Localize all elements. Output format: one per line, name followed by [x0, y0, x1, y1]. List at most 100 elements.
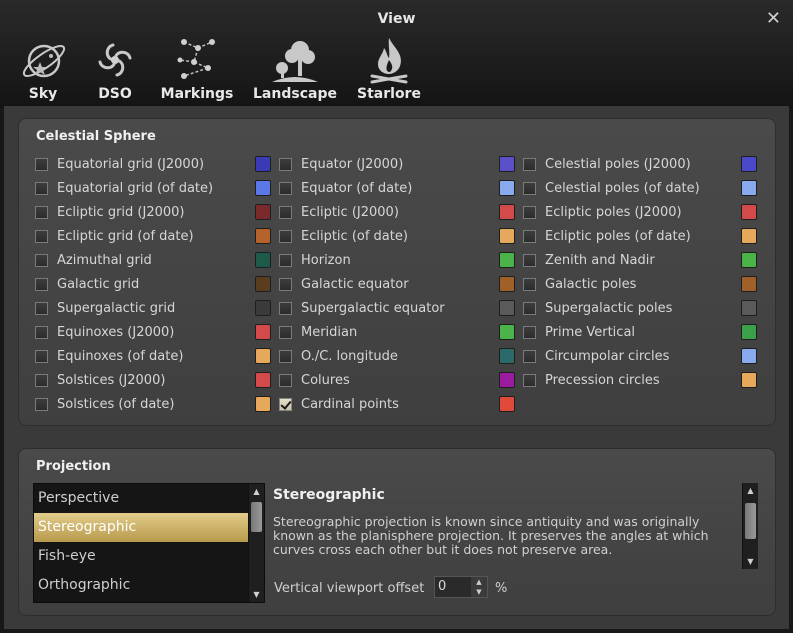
- checkbox[interactable]: [35, 181, 48, 195]
- spin-up-icon[interactable]: ▲: [471, 577, 487, 587]
- color-swatch-button[interactable]: [499, 180, 515, 196]
- checkbox[interactable]: [279, 157, 292, 171]
- close-icon[interactable]: ✕: [766, 9, 781, 29]
- option-row[interactable]: Ecliptic grid (J2000): [35, 203, 184, 221]
- checkbox[interactable]: [279, 349, 292, 363]
- color-swatch-button[interactable]: [499, 204, 515, 220]
- spin-down-icon[interactable]: ▼: [471, 587, 487, 597]
- checkbox[interactable]: [523, 229, 536, 243]
- color-swatch-button[interactable]: [255, 396, 271, 412]
- tab-starlore[interactable]: Starlore: [356, 36, 422, 106]
- option-row[interactable]: Galactic equator: [279, 275, 409, 293]
- color-swatch-button[interactable]: [499, 276, 515, 292]
- tab-dso[interactable]: DSO: [92, 36, 138, 106]
- option-row[interactable]: Galactic grid: [35, 275, 139, 293]
- checkbox[interactable]: [35, 301, 48, 315]
- color-swatch-button[interactable]: [499, 348, 515, 364]
- checkbox[interactable]: [523, 349, 536, 363]
- option-row[interactable]: Circumpolar circles: [523, 347, 669, 365]
- color-swatch-button[interactable]: [499, 156, 515, 172]
- checkbox[interactable]: [523, 373, 536, 387]
- checkbox[interactable]: [523, 325, 536, 339]
- color-swatch-button[interactable]: [499, 396, 515, 412]
- option-row[interactable]: Equinoxes (J2000): [35, 323, 174, 341]
- checkbox[interactable]: [523, 253, 536, 267]
- color-swatch-button[interactable]: [255, 156, 271, 172]
- scroll-thumb[interactable]: [251, 502, 262, 532]
- scroll-down-icon[interactable]: ▼: [743, 554, 758, 569]
- description-scrollbar[interactable]: ▲ ▼: [742, 483, 758, 569]
- color-swatch-button[interactable]: [741, 228, 757, 244]
- color-swatch-button[interactable]: [255, 348, 271, 364]
- scroll-thumb[interactable]: [745, 503, 756, 539]
- checkbox[interactable]: [35, 325, 48, 339]
- color-swatch-button[interactable]: [255, 228, 271, 244]
- color-swatch-button[interactable]: [741, 180, 757, 196]
- color-swatch-button[interactable]: [741, 348, 757, 364]
- option-row[interactable]: Prime Vertical: [523, 323, 635, 341]
- option-row[interactable]: Equatorial grid (of date): [35, 179, 213, 197]
- option-row[interactable]: Equinoxes (of date): [35, 347, 183, 365]
- color-swatch-button[interactable]: [741, 372, 757, 388]
- option-row[interactable]: Zenith and Nadir: [523, 251, 655, 269]
- option-row[interactable]: Horizon: [279, 251, 351, 269]
- checkbox[interactable]: [279, 229, 292, 243]
- color-swatch-button[interactable]: [741, 300, 757, 316]
- color-swatch-button[interactable]: [255, 300, 271, 316]
- checkbox[interactable]: [35, 253, 48, 267]
- scroll-up-icon[interactable]: ▲: [743, 483, 758, 498]
- checkbox[interactable]: [279, 277, 292, 291]
- color-swatch-button[interactable]: [255, 324, 271, 340]
- projection-item[interactable]: Fish-eye: [34, 542, 264, 571]
- projection-list-scrollbar[interactable]: ▲ ▼: [248, 484, 264, 602]
- color-swatch-button[interactable]: [741, 156, 757, 172]
- checkbox[interactable]: [523, 205, 536, 219]
- projection-item[interactable]: Orthographic: [34, 571, 264, 600]
- checkbox[interactable]: [279, 325, 292, 339]
- checkbox[interactable]: [523, 277, 536, 291]
- checkbox[interactable]: [35, 277, 48, 291]
- color-swatch-button[interactable]: [741, 252, 757, 268]
- scroll-down-icon[interactable]: ▼: [249, 587, 264, 602]
- option-row[interactable]: Precession circles: [523, 371, 660, 389]
- option-row[interactable]: Colures: [279, 371, 350, 389]
- checkbox[interactable]: [523, 157, 536, 171]
- option-row[interactable]: Meridian: [279, 323, 357, 341]
- color-swatch-button[interactable]: [741, 276, 757, 292]
- color-swatch-button[interactable]: [499, 372, 515, 388]
- checkbox[interactable]: [35, 205, 48, 219]
- color-swatch-button[interactable]: [255, 204, 271, 220]
- checkbox[interactable]: [279, 181, 292, 195]
- checkbox[interactable]: [35, 373, 48, 387]
- option-row[interactable]: O./C. longitude: [279, 347, 398, 365]
- color-swatch-button[interactable]: [741, 204, 757, 220]
- tab-sky[interactable]: Sky: [16, 36, 70, 106]
- viewport-offset-spinbox[interactable]: 0 ▲ ▼: [434, 576, 488, 598]
- color-swatch-button[interactable]: [499, 228, 515, 244]
- checkbox[interactable]: [279, 205, 292, 219]
- scroll-up-icon[interactable]: ▲: [249, 484, 264, 499]
- checkbox[interactable]: [35, 349, 48, 363]
- color-swatch-button[interactable]: [741, 324, 757, 340]
- option-row[interactable]: Ecliptic grid (of date): [35, 227, 194, 245]
- option-row[interactable]: Azimuthal grid: [35, 251, 152, 269]
- checkbox[interactable]: [279, 301, 292, 315]
- color-swatch-button[interactable]: [499, 252, 515, 268]
- projection-item[interactable]: Perspective: [34, 484, 264, 513]
- tab-markings[interactable]: Markings: [160, 36, 234, 106]
- option-row[interactable]: Cardinal points: [279, 395, 399, 413]
- checkbox[interactable]: [35, 157, 48, 171]
- color-swatch-button[interactable]: [255, 372, 271, 388]
- checkbox[interactable]: [523, 181, 536, 195]
- option-row[interactable]: Ecliptic poles (J2000): [523, 203, 682, 221]
- tab-landscape[interactable]: Landscape: [252, 36, 338, 106]
- checkbox[interactable]: [279, 253, 292, 267]
- option-row[interactable]: Solstices (J2000): [35, 371, 165, 389]
- color-swatch-button[interactable]: [255, 276, 271, 292]
- option-row[interactable]: Galactic poles: [523, 275, 636, 293]
- checkbox[interactable]: [523, 301, 536, 315]
- option-row[interactable]: Ecliptic poles (of date): [523, 227, 691, 245]
- option-row[interactable]: Supergalactic equator: [279, 299, 445, 317]
- viewport-offset-value[interactable]: 0: [438, 579, 446, 594]
- option-row[interactable]: Celestial poles (of date): [523, 179, 700, 197]
